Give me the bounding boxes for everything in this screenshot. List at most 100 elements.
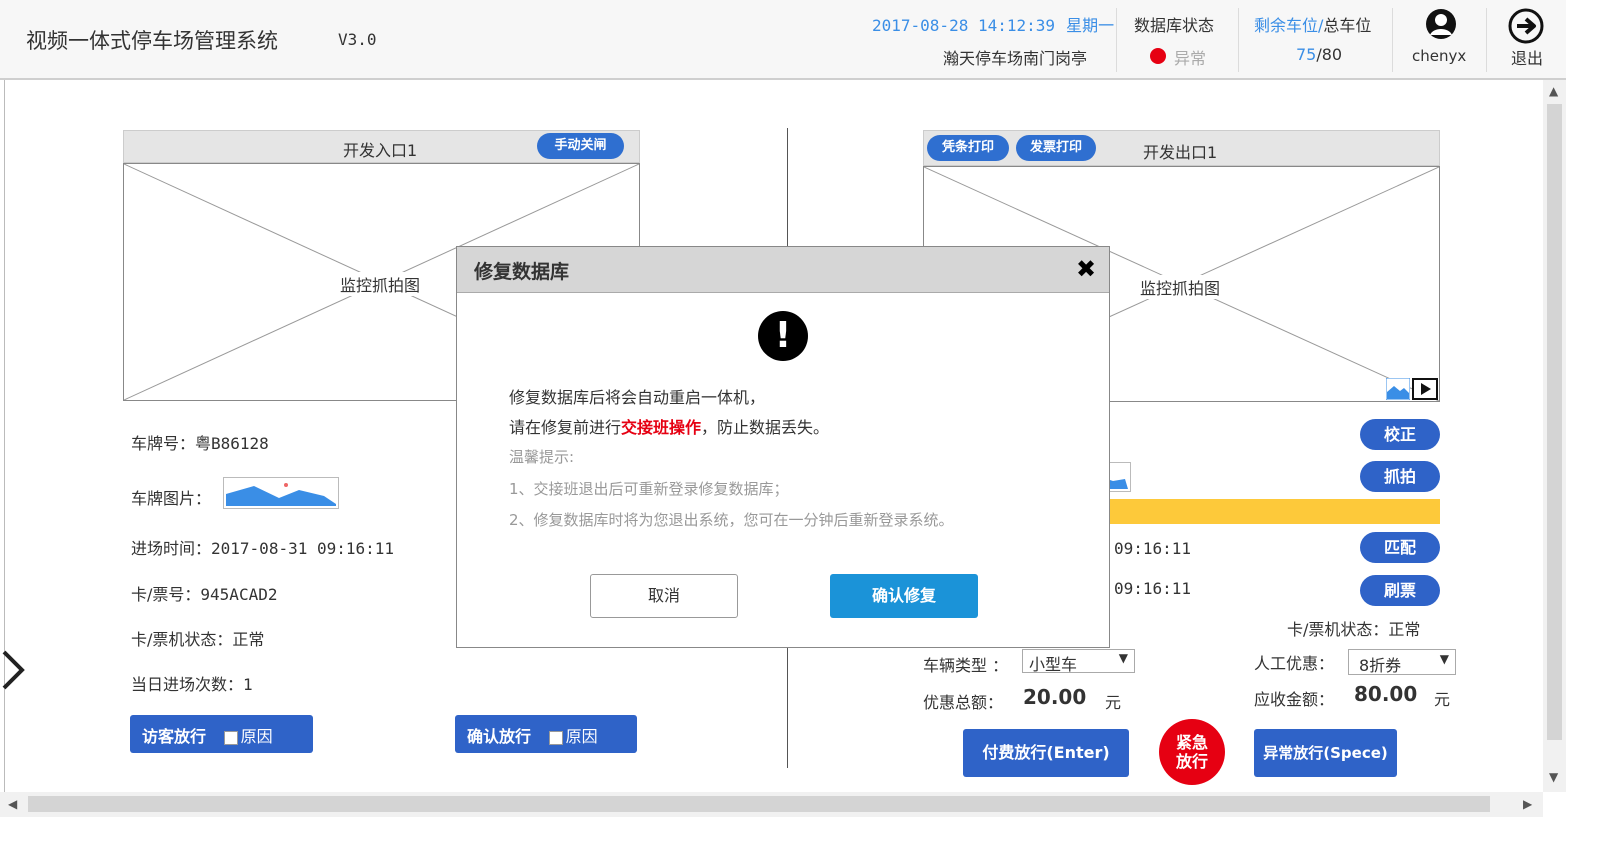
- daily-count-row: 当日进场次数：1: [131, 671, 253, 695]
- dialog-line-1: 修复数据库后将会自动重启一体机，: [509, 388, 766, 407]
- tip-2: 2、修复数据库时将为您退出系统，您可在一分钟后重新登录系统。: [509, 511, 954, 529]
- plate-label: 车牌号：: [131, 434, 196, 453]
- correct-button[interactable]: 校正: [1360, 419, 1440, 450]
- weekday: 星期一: [1066, 16, 1115, 35]
- tip-1: 1、交接班退出后可重新登录修复数据库；: [509, 480, 789, 498]
- emergency-line-1: 紧急: [1175, 733, 1208, 752]
- entry-plate-row: 车牌号：粤B86128: [131, 430, 269, 454]
- reason-checkbox[interactable]: 原因: [548, 727, 598, 746]
- visitor-release-button[interactable]: 访客放行 原因: [130, 715, 313, 753]
- exit-title: 开发出口1: [1143, 143, 1218, 162]
- datetime-value: 2017-08-28 14:12:39: [872, 16, 1056, 35]
- confirm-repair-button[interactable]: 确认修复: [830, 574, 978, 618]
- confirm-release-label: 确认放行: [467, 727, 532, 746]
- discount-total-value: 20.00: [1023, 685, 1087, 709]
- app-header: 视频一体式停车场管理系统 V3.0 2017-08-28 14:12:39 星期…: [0, 0, 1566, 80]
- card-value: 945ACAD2: [200, 585, 278, 604]
- location-label: 瀚天停车场南门岗亭: [943, 49, 1088, 68]
- entry-time-value: 2017-08-31 09:16:11: [211, 539, 395, 558]
- pay-release-button[interactable]: 付费放行(Enter): [963, 729, 1129, 777]
- scroll-left-icon[interactable]: ◀: [8, 797, 17, 811]
- horizontal-scroll-thumb[interactable]: [28, 796, 1490, 812]
- remaining-value: 75: [1296, 45, 1317, 64]
- scroll-right-icon[interactable]: ▶: [1523, 797, 1532, 811]
- machine-status-label: 卡/票机状态：: [131, 630, 233, 649]
- db-status-value: 异常: [1174, 49, 1207, 68]
- reason-label: 原因: [240, 727, 273, 746]
- handover-highlight: 交接班操作: [621, 418, 702, 437]
- confirm-release-button[interactable]: 确认放行 原因: [455, 715, 637, 753]
- emergency-line-2: 放行: [1175, 752, 1208, 771]
- total-label: 总车位: [1323, 16, 1372, 35]
- swipe-ticket-button[interactable]: 刷票: [1360, 575, 1440, 606]
- entry-time-label: 进场时间：: [131, 539, 212, 558]
- header-separator: [1238, 8, 1239, 72]
- emergency-release-button[interactable]: 紧急 放行: [1159, 719, 1225, 785]
- match-button[interactable]: 匹配: [1360, 532, 1440, 563]
- parking-spaces-label: 剩余车位/总车位: [1254, 12, 1371, 36]
- chevron-right-icon[interactable]: [0, 648, 28, 696]
- plate-image-label: 车牌图片：: [131, 489, 212, 508]
- tip-title: 温馨提示:: [509, 448, 575, 466]
- exit-machine-status: 卡/票机状态：正常: [1287, 620, 1421, 639]
- repair-database-dialog: 修复数据库 ✖ ! 修复数据库后将会自动重启一体机， 请在修复前进行交接班操作，…: [456, 246, 1110, 648]
- cancel-button[interactable]: 取消: [590, 574, 738, 618]
- invoice-print-button[interactable]: 发票打印: [1016, 135, 1096, 161]
- machine-status-row: 卡/票机状态：正常: [131, 626, 264, 650]
- highlight-bar: [1110, 499, 1440, 524]
- plate-value: 粤B86128: [195, 434, 269, 453]
- vehicle-type-label: 车辆类型 ：: [923, 656, 1009, 675]
- logout-label[interactable]: 退出: [1511, 45, 1543, 69]
- dialog-line-2: 请在修复前进行交接班操作，防止数据丢失。: [509, 414, 829, 438]
- checkbox-icon[interactable]: [223, 730, 238, 745]
- user-avatar-icon[interactable]: [1425, 8, 1457, 44]
- card-row: 卡/票号：945ACAD2: [131, 581, 277, 605]
- parking-spaces-value: 75/80: [1296, 45, 1342, 64]
- abnormal-release-button[interactable]: 异常放行(Spece): [1254, 729, 1397, 777]
- app-version: V3.0: [338, 30, 377, 49]
- warning-icon: !: [758, 311, 808, 361]
- dropdown-arrow-icon[interactable]: ▼: [1440, 652, 1449, 666]
- header-separator: [1392, 8, 1393, 72]
- image-icon[interactable]: [1385, 377, 1411, 404]
- discount-total-unit: 元: [1105, 693, 1122, 712]
- vehicle-type-value: 小型车: [1029, 655, 1078, 674]
- daily-count-value: 1: [243, 675, 253, 694]
- dropdown-arrow-icon[interactable]: ▼: [1119, 651, 1128, 665]
- vehicle-type-select[interactable]: 小型车 ▼: [1022, 649, 1135, 674]
- checkbox-icon[interactable]: [548, 730, 563, 745]
- play-video-icon[interactable]: [1412, 378, 1438, 404]
- line2-suffix: ，防止数据丢失。: [701, 418, 830, 437]
- discount-total-label: 优惠总额：: [923, 693, 1004, 712]
- capture-button[interactable]: 抓拍: [1360, 461, 1440, 492]
- manual-close-gate-button[interactable]: 手动关闸: [537, 133, 624, 159]
- receivable-label: 应收金额：: [1254, 690, 1335, 709]
- db-status-dot-icon: [1150, 48, 1166, 64]
- username: chenyx: [1412, 47, 1467, 65]
- exit-camera-label: 监控抓拍图: [1138, 275, 1223, 299]
- scroll-down-icon[interactable]: ▼: [1549, 770, 1558, 784]
- close-icon[interactable]: ✖: [1076, 255, 1096, 283]
- machine-status-value: 正常: [232, 630, 265, 649]
- header-separator: [1486, 8, 1487, 72]
- manual-discount-value: 8折券: [1359, 656, 1402, 675]
- manual-discount-select[interactable]: 8折券 ▼: [1348, 649, 1456, 675]
- remaining-label: 剩余车位: [1254, 16, 1319, 35]
- vertical-scroll-thumb[interactable]: [1547, 104, 1562, 740]
- line2-prefix: 请在修复前进行: [509, 418, 622, 437]
- dialog-title: 修复数据库: [474, 261, 570, 283]
- voucher-print-button[interactable]: 凭条打印: [927, 135, 1009, 161]
- plate-image-thumbnail[interactable]: [223, 477, 339, 509]
- logout-icon[interactable]: [1508, 8, 1544, 48]
- receivable-unit: 元: [1434, 690, 1451, 709]
- daily-count-label: 当日进场次数：: [131, 675, 244, 694]
- total-value: /80: [1316, 45, 1343, 64]
- header-separator: [1116, 8, 1117, 72]
- reason-checkbox[interactable]: 原因: [223, 727, 273, 746]
- scroll-up-icon[interactable]: ▲: [1549, 84, 1558, 98]
- manual-discount-label: 人工优惠：: [1254, 654, 1335, 673]
- entry-camera-label: 监控抓拍图: [338, 272, 423, 296]
- exit-time-1: 09:16:11: [1114, 539, 1192, 558]
- exit-time-2: 09:16:11: [1114, 579, 1192, 598]
- reason-label: 原因: [565, 727, 598, 746]
